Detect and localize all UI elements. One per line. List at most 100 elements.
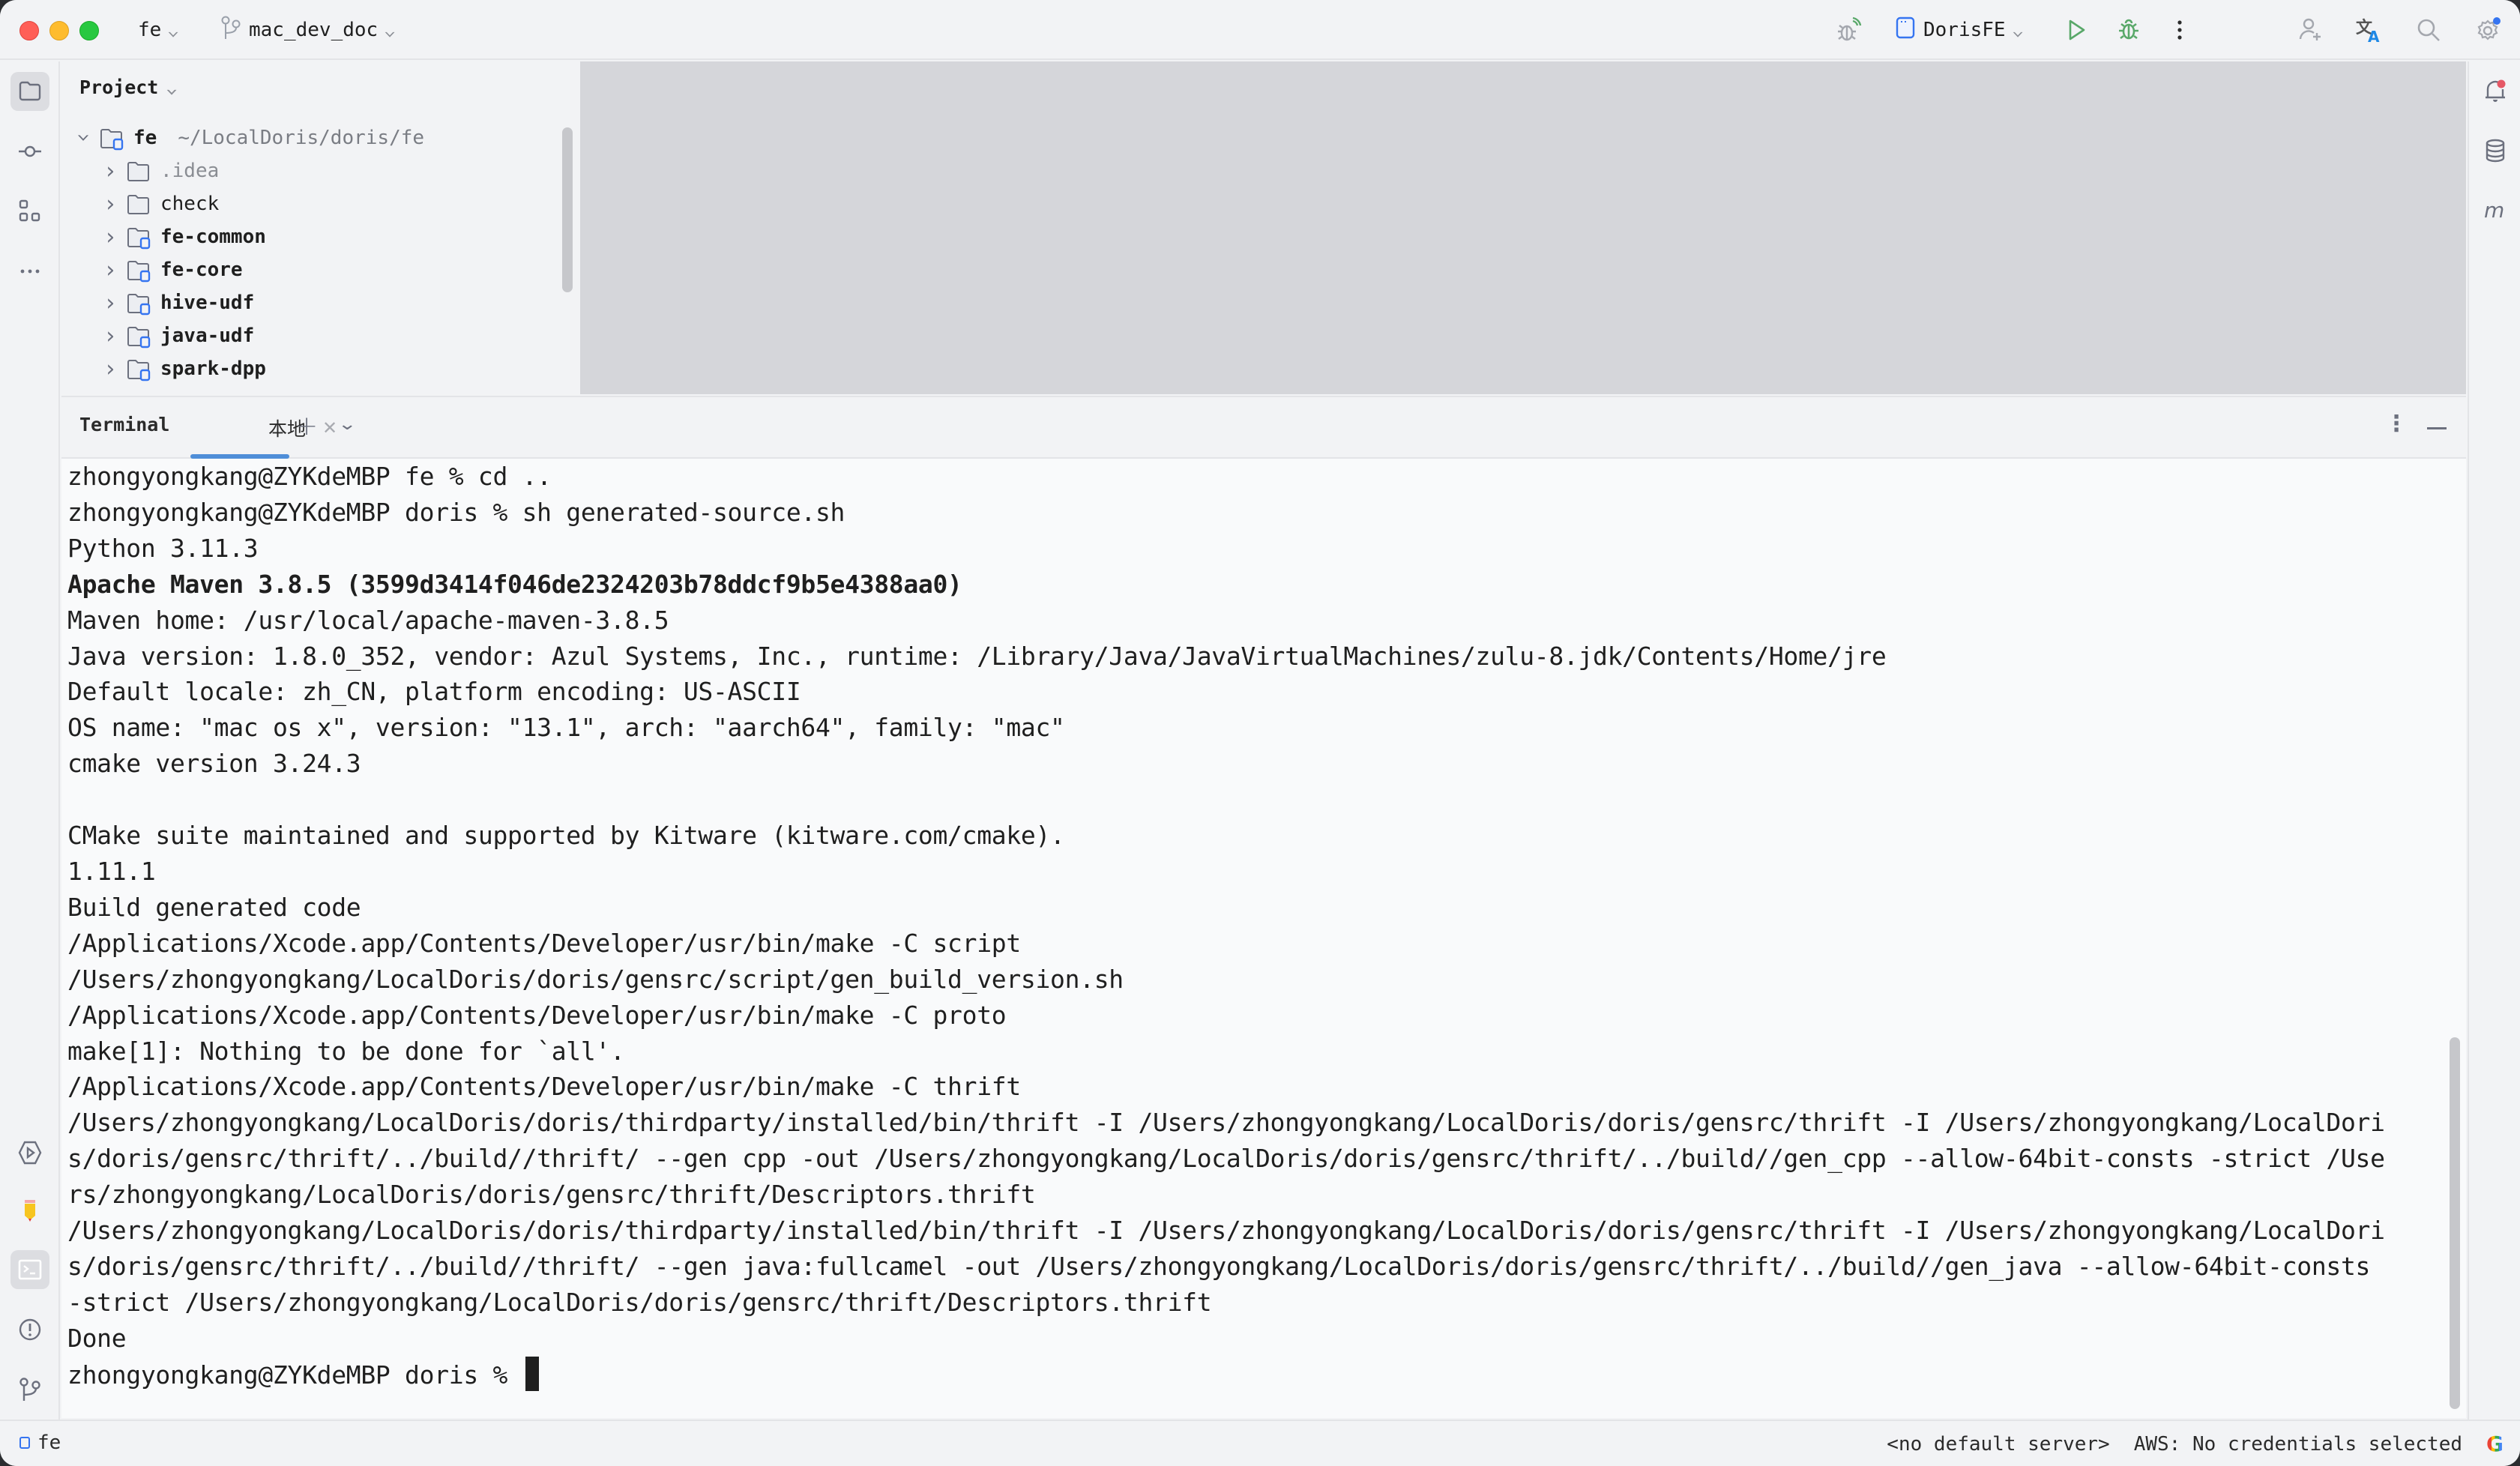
status-aws[interactable]: AWS: No credentials selected: [2134, 1433, 2462, 1456]
project-switcher[interactable]: fe ⌄: [138, 16, 180, 43]
terminal-title: Terminal: [79, 414, 170, 435]
chevron-down-icon: ⌄: [383, 21, 397, 39]
services-tool-button[interactable]: [10, 1133, 49, 1172]
chevron-right-icon[interactable]: ›: [102, 158, 118, 184]
run-config-selector[interactable]: DorisFE ⌄: [1895, 16, 2024, 43]
maven-icon: m: [2484, 198, 2504, 223]
problems-tool-button[interactable]: [10, 1310, 49, 1349]
terminal-options-chevron-icon[interactable]: ⌄: [337, 415, 357, 434]
module-folder-icon: [99, 127, 126, 151]
problems-icon: [19, 1318, 41, 1341]
git-tool-button[interactable]: [10, 1370, 49, 1409]
svg-text:m: m: [2484, 198, 2504, 223]
terminal-output[interactable]: zhongyongkang@ZYKdeMBP fe % cd .. zhongyo…: [61, 459, 2466, 1418]
window-maximize-button[interactable]: [79, 21, 99, 40]
more-tools-button[interactable]: [10, 252, 49, 291]
notifications-button[interactable]: [2478, 73, 2513, 108]
terminal-line: /Users/zhongyongkang/LocalDoris/doris/th…: [67, 1108, 2385, 1138]
module-folder-icon: [126, 325, 153, 349]
commit-tool-button[interactable]: [10, 132, 49, 171]
module-folder-icon: [126, 292, 153, 316]
tree-item[interactable]: › check: [61, 187, 556, 220]
chevron-right-icon[interactable]: ›: [102, 191, 118, 217]
terminal-tool-button[interactable]: [10, 1250, 49, 1289]
close-icon[interactable]: ✕: [322, 417, 337, 438]
terminal-scrollbar[interactable]: [2450, 1037, 2460, 1409]
debug-button[interactable]: [2114, 15, 2144, 45]
tree-item-path: ~/LocalDoris/doris/fe: [178, 127, 425, 149]
terminal-line: /Users/zhongyongkang/LocalDoris/doris/th…: [67, 1216, 2385, 1246]
chevron-right-icon[interactable]: ›: [102, 356, 118, 382]
structure-icon: [19, 199, 40, 222]
window-minimize-button[interactable]: [49, 21, 69, 40]
terminal-line: cmake version 3.24.3: [67, 749, 361, 779]
tree-item[interactable]: › spark-dpp: [61, 352, 556, 385]
project-scrollbar[interactable]: [562, 127, 573, 292]
module-folder-icon: [126, 358, 153, 381]
project-tool-button[interactable]: [10, 72, 49, 111]
terminal-prompt-line[interactable]: zhongyongkang@ZYKdeMBP doris %: [67, 1356, 2385, 1393]
project-name: fe: [138, 19, 162, 41]
status-server[interactable]: <no default server>: [1887, 1433, 2109, 1456]
terminal-tab-local[interactable]: 本地 ✕: [208, 397, 337, 459]
tree-item-label: fe-common: [160, 226, 266, 248]
module-folder-icon: [126, 226, 153, 250]
terminal-line: /Applications/Xcode.app/Contents/Develop…: [67, 1000, 1007, 1030]
chevron-right-icon[interactable]: ›: [102, 290, 118, 316]
settings-button[interactable]: [2474, 15, 2504, 45]
tree-item[interactable]: › fe-core: [61, 253, 556, 286]
branch-icon: [220, 15, 241, 46]
terminal-line: /Applications/Xcode.app/Contents/Develop…: [67, 1072, 1021, 1102]
more-actions-button[interactable]: [2165, 15, 2195, 45]
terminal-more-icon[interactable]: ⋮: [2385, 411, 2408, 437]
terminal-header: Terminal 本地 ✕ + ⌄ ⋮: [61, 396, 2466, 459]
structure-tool-button[interactable]: [10, 192, 49, 231]
tree-item[interactable]: › .idea: [61, 154, 556, 187]
code-with-me-button[interactable]: [2295, 15, 2325, 45]
new-terminal-button[interactable]: +: [295, 411, 318, 441]
module-folder-icon: [126, 259, 153, 283]
chevron-right-icon[interactable]: ›: [102, 257, 118, 283]
terminal-line: 1.11.1: [67, 856, 156, 886]
search-everywhere-button[interactable]: [2414, 15, 2444, 45]
terminal-icon: [18, 1259, 42, 1280]
tree-item-label: java-udf: [160, 325, 255, 347]
tree-item[interactable]: › hive-udf: [61, 286, 556, 319]
tree-item[interactable]: › fe-common: [61, 220, 556, 253]
run-button[interactable]: [2061, 15, 2091, 45]
chevron-down-icon[interactable]: ⌄: [72, 124, 95, 143]
tree-item[interactable]: ⌄ fe ~/LocalDoris/doris/fe: [61, 121, 556, 154]
plugin-pencil-icon: [25, 1200, 35, 1222]
terminal-line: Maven home: /usr/local/apache-maven-3.8.…: [67, 605, 669, 635]
status-module[interactable]: fe: [19, 1432, 61, 1454]
terminal-line: Apache Maven 3.8.5 (3599d3414f046de23242…: [67, 569, 962, 599]
right-tool-strip: m: [2468, 61, 2520, 1420]
tree-item[interactable]: › java-udf: [61, 319, 556, 352]
project-view-selector[interactable]: Project ⌄: [79, 76, 178, 98]
left-tool-strip: [0, 61, 60, 1420]
search-icon: [2417, 19, 2440, 41]
project-icon: [19, 81, 41, 101]
google-icon[interactable]: G: [2486, 1432, 2504, 1456]
plugin-tool-button[interactable]: [10, 1192, 49, 1231]
more-vertical-icon: [2177, 20, 2182, 40]
ide-window: fe ⌄ mac_dev_doc ⌄ DorisFE ⌄ 文 A m Proje…: [0, 0, 2520, 1466]
translate-button[interactable]: 文A: [2354, 15, 2384, 45]
module-icon: [19, 1437, 30, 1449]
chevron-right-icon[interactable]: ›: [102, 323, 118, 349]
terminal-line: s/doris/gensrc/thrift/../build//thrift/ …: [67, 1251, 2371, 1281]
minimize-panel-icon[interactable]: [2427, 427, 2447, 429]
terminal-line: Done: [67, 1323, 127, 1353]
branch-name: mac_dev_doc: [249, 19, 379, 41]
folder-icon: [126, 193, 153, 215]
database-button[interactable]: [2478, 133, 2513, 168]
add-user-icon: [2299, 18, 2321, 40]
terminal-line: zhongyongkang@ZYKdeMBP doris % sh genera…: [67, 497, 845, 527]
terminal-line: /Applications/Xcode.app/Contents/Develop…: [67, 928, 1021, 958]
debug-remote-icon[interactable]: [1833, 15, 1863, 45]
chevron-down-icon: ⌄: [166, 21, 180, 39]
chevron-right-icon[interactable]: ›: [102, 224, 118, 250]
branch-switcher[interactable]: mac_dev_doc ⌄: [220, 15, 397, 46]
window-close-button[interactable]: [19, 21, 39, 40]
maven-button[interactable]: m: [2478, 193, 2513, 228]
